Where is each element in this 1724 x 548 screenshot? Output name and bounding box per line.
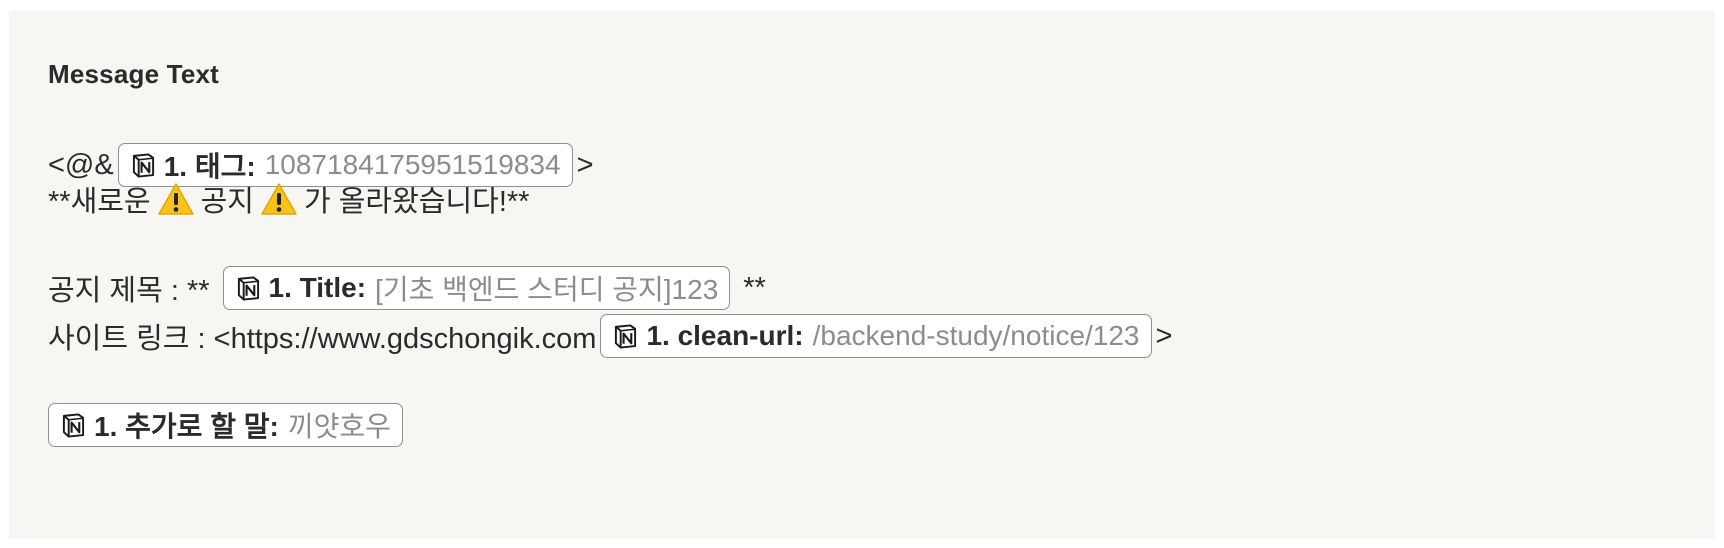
message-line-extra: 1. 추가로 할 말: 끼얏호우 bbox=[44, 402, 407, 448]
site-link-prefix: 사이트 링크 : <https://www.gdschongik.com bbox=[48, 323, 597, 355]
message-text-panel: Message Text <@& 1. 태그: 1087184175951519… bbox=[9, 11, 1715, 539]
message-line-announcement: **새로운 공지 가 올라왔습니다!** bbox=[48, 176, 529, 222]
pill-label: 1. Title: bbox=[268, 272, 367, 303]
notion-icon bbox=[237, 276, 259, 301]
message-line-title: 공지 제목 : ** 1. Title: [기초 백엔드 스터디 공지]123 … bbox=[48, 265, 766, 311]
notion-icon bbox=[62, 413, 85, 438]
announcement-text-start: **새로운 bbox=[48, 186, 151, 218]
field-pill-clean-url[interactable]: 1. clean-url: /backend-study/notice/123 bbox=[600, 314, 1152, 358]
title-suffix: ** bbox=[743, 271, 766, 304]
notion-icon bbox=[615, 324, 637, 349]
message-line-site-link: 사이트 링크 : <https://www.gdschongik.com 1. … bbox=[48, 313, 1172, 359]
site-link-suffix: > bbox=[1155, 319, 1173, 352]
field-heading: Message Text bbox=[48, 59, 219, 89]
pill-value: [기초 백엔드 스터디 공지]123 bbox=[375, 274, 719, 305]
notion-icon bbox=[132, 153, 154, 178]
pill-value: /backend-study/notice/123 bbox=[812, 320, 1140, 351]
field-pill-extra-message[interactable]: 1. 추가로 할 말: 끼얏호우 bbox=[48, 403, 403, 447]
warning-icon bbox=[157, 183, 194, 215]
announcement-text-middle: 공지 bbox=[200, 186, 254, 218]
announcement-text-end: 가 올라왔습니다!** bbox=[304, 186, 530, 218]
role-mention-suffix: > bbox=[576, 148, 594, 181]
pill-label: 1. clean-url: bbox=[646, 320, 804, 351]
pill-label: 1. 추가로 할 말: bbox=[94, 411, 279, 442]
field-pill-title[interactable]: 1. Title: [기초 백엔드 스터디 공지]123 bbox=[222, 266, 731, 310]
pill-value: 끼얏호우 bbox=[287, 411, 391, 442]
warning-icon bbox=[261, 183, 297, 215]
title-prefix: 공지 제목 : ** bbox=[48, 275, 210, 307]
